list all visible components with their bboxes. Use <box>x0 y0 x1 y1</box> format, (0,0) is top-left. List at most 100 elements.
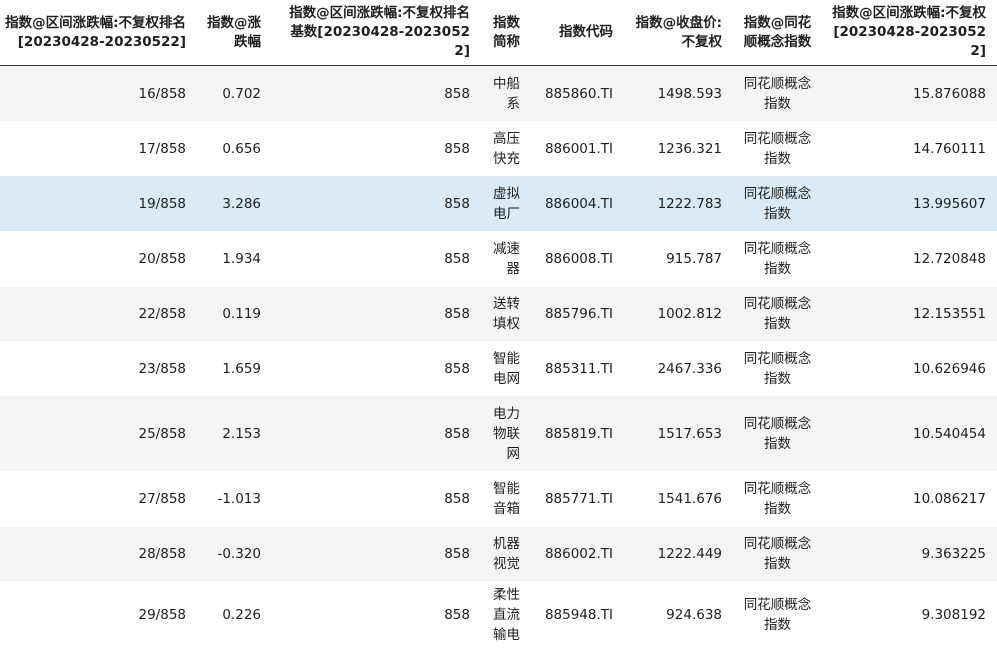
cell-range-change: 15.876088 <box>912 85 986 102</box>
cell-code: 886008.TI <box>544 250 613 267</box>
cell-code: 885311.TI <box>544 360 613 377</box>
cell-rank: 25/858 <box>138 425 187 442</box>
cell-code: 886001.TI <box>544 140 613 157</box>
cell-rank: 27/858 <box>138 490 187 507</box>
cell-concept: 同花顺概念指数 <box>743 480 812 517</box>
table-row: 16/858 0.702 858 中船系 885860.TI 1498.593 … <box>0 65 997 121</box>
cell-base: 858 <box>444 425 470 442</box>
cell-concept: 同花顺概念指数 <box>743 240 812 277</box>
cell-base: 858 <box>444 140 470 157</box>
cell-change: 1.659 <box>222 360 261 377</box>
cell-close: 2467.336 <box>657 360 722 377</box>
cell-rank: 22/858 <box>138 305 187 322</box>
cell-close: 1517.653 <box>657 425 722 442</box>
cell-rank: 19/858 <box>138 195 187 212</box>
cell-close: 1222.783 <box>657 195 722 212</box>
cell-range-change: 10.540454 <box>912 425 986 442</box>
table-body: 16/858 0.702 858 中船系 885860.TI 1498.593 … <box>0 65 997 649</box>
cell-name: 智能音箱 <box>493 480 520 517</box>
cell-code: 886002.TI <box>544 545 613 562</box>
header-range-change: 指数@区间涨跌幅:不复权[20230428-20230522] <box>822 0 997 66</box>
cell-name: 智能电网 <box>493 350 520 387</box>
cell-name: 中船系 <box>493 75 520 112</box>
cell-close: 924.638 <box>666 607 722 623</box>
cell-change: 1.934 <box>222 250 261 267</box>
cell-range-change: 14.760111 <box>912 140 986 157</box>
cell-name: 送转填权 <box>493 295 520 332</box>
cell-base: 858 <box>444 305 470 322</box>
cell-change: -0.320 <box>217 545 261 562</box>
cell-close: 1236.321 <box>657 140 722 157</box>
cell-change: 0.656 <box>222 140 261 157</box>
table-row: 20/858 1.934 858 减速器 886008.TI 915.787 同… <box>0 231 997 286</box>
cell-close: 1222.449 <box>657 545 722 562</box>
cell-range-change: 10.086217 <box>912 490 986 507</box>
cell-concept: 同花顺概念指数 <box>743 597 812 633</box>
cell-rank: 29/858 <box>138 607 187 623</box>
cell-name: 机器视觉 <box>493 535 520 572</box>
index-table: 指数@区间涨跌幅:不复权排名[20230428-20230522] 指数@涨跌幅… <box>0 0 997 649</box>
cell-code: 885796.TI <box>544 305 613 322</box>
cell-change: 0.226 <box>222 607 261 623</box>
table-row: 29/858 0.226 858 柔性直流输电 885948.TI 924.63… <box>0 581 997 649</box>
header-code: 指数代码 <box>531 0 624 66</box>
cell-change: -1.013 <box>217 490 261 507</box>
cell-concept: 同花顺概念指数 <box>743 535 812 572</box>
cell-change: 0.702 <box>222 85 261 102</box>
cell-change: 2.153 <box>222 425 261 442</box>
cell-base: 858 <box>444 545 470 562</box>
cell-base: 858 <box>444 490 470 507</box>
cell-concept: 同花顺概念指数 <box>743 415 812 452</box>
cell-base: 858 <box>444 195 470 212</box>
table-row: 22/858 0.119 858 送转填权 885796.TI 1002.812… <box>0 286 997 341</box>
cell-close: 1498.593 <box>657 85 722 102</box>
cell-code: 885860.TI <box>544 85 613 102</box>
cell-change: 0.119 <box>222 305 261 322</box>
cell-range-change: 10.626946 <box>912 360 986 377</box>
cell-rank: 20/858 <box>138 250 187 267</box>
cell-rank: 17/858 <box>138 140 187 157</box>
cell-base: 858 <box>444 250 470 267</box>
cell-code: 885819.TI <box>544 425 613 442</box>
table-row: 23/858 1.659 858 智能电网 885311.TI 2467.336… <box>0 341 997 396</box>
cell-range-change: 12.720848 <box>912 250 986 267</box>
cell-code: 885771.TI <box>544 490 613 507</box>
header-change: 指数@涨跌幅 <box>197 0 272 66</box>
cell-base: 858 <box>444 360 470 377</box>
cell-name: 高压快充 <box>493 130 520 167</box>
cell-range-change: 12.153551 <box>912 305 986 322</box>
header-concept: 指数@同花顺概念指数 <box>733 0 822 66</box>
cell-range-change: 9.308192 <box>921 607 986 623</box>
header-name: 指数简称 <box>481 0 531 66</box>
cell-code: 886004.TI <box>544 195 613 212</box>
cell-close: 915.787 <box>666 250 722 267</box>
cell-close: 1541.676 <box>657 490 722 507</box>
table-row: 17/858 0.656 858 高压快充 886001.TI 1236.321… <box>0 121 997 176</box>
cell-concept: 同花顺概念指数 <box>743 75 812 112</box>
cell-rank: 23/858 <box>138 360 187 377</box>
header-rank: 指数@区间涨跌幅:不复权排名[20230428-20230522] <box>0 0 197 66</box>
cell-change: 3.286 <box>222 195 261 212</box>
cell-name: 减速器 <box>493 240 520 277</box>
header-close: 指数@收盘价:不复权 <box>624 0 733 66</box>
cell-concept: 同花顺概念指数 <box>743 130 812 167</box>
cell-name: 柔性直流输电 <box>493 587 520 643</box>
cell-name: 电力物联网 <box>493 405 520 462</box>
table-header: 指数@区间涨跌幅:不复权排名[20230428-20230522] 指数@涨跌幅… <box>0 0 997 66</box>
cell-rank: 28/858 <box>138 545 187 562</box>
cell-close: 1002.812 <box>657 305 722 322</box>
cell-range-change: 9.363225 <box>921 545 986 562</box>
cell-concept: 同花顺概念指数 <box>743 295 812 332</box>
table-row: 28/858 -0.320 858 机器视觉 886002.TI 1222.44… <box>0 526 997 581</box>
cell-code: 885948.TI <box>544 607 613 623</box>
table-row: 25/858 2.153 858 电力物联网 885819.TI 1517.65… <box>0 396 997 471</box>
header-rank-base: 指数@区间涨跌幅:不复权排名基数[20230428-20230522] <box>272 0 481 66</box>
table-row-highlighted: 19/858 3.286 858 虚拟电厂 886004.TI 1222.783… <box>0 176 997 231</box>
cell-concept: 同花顺概念指数 <box>743 185 812 222</box>
cell-name: 虚拟电厂 <box>493 185 520 222</box>
header-row: 指数@区间涨跌幅:不复权排名[20230428-20230522] 指数@涨跌幅… <box>0 0 997 66</box>
cell-concept: 同花顺概念指数 <box>743 350 812 387</box>
cell-rank: 16/858 <box>138 85 187 102</box>
cell-base: 858 <box>444 85 470 102</box>
cell-range-change: 13.995607 <box>912 195 986 212</box>
